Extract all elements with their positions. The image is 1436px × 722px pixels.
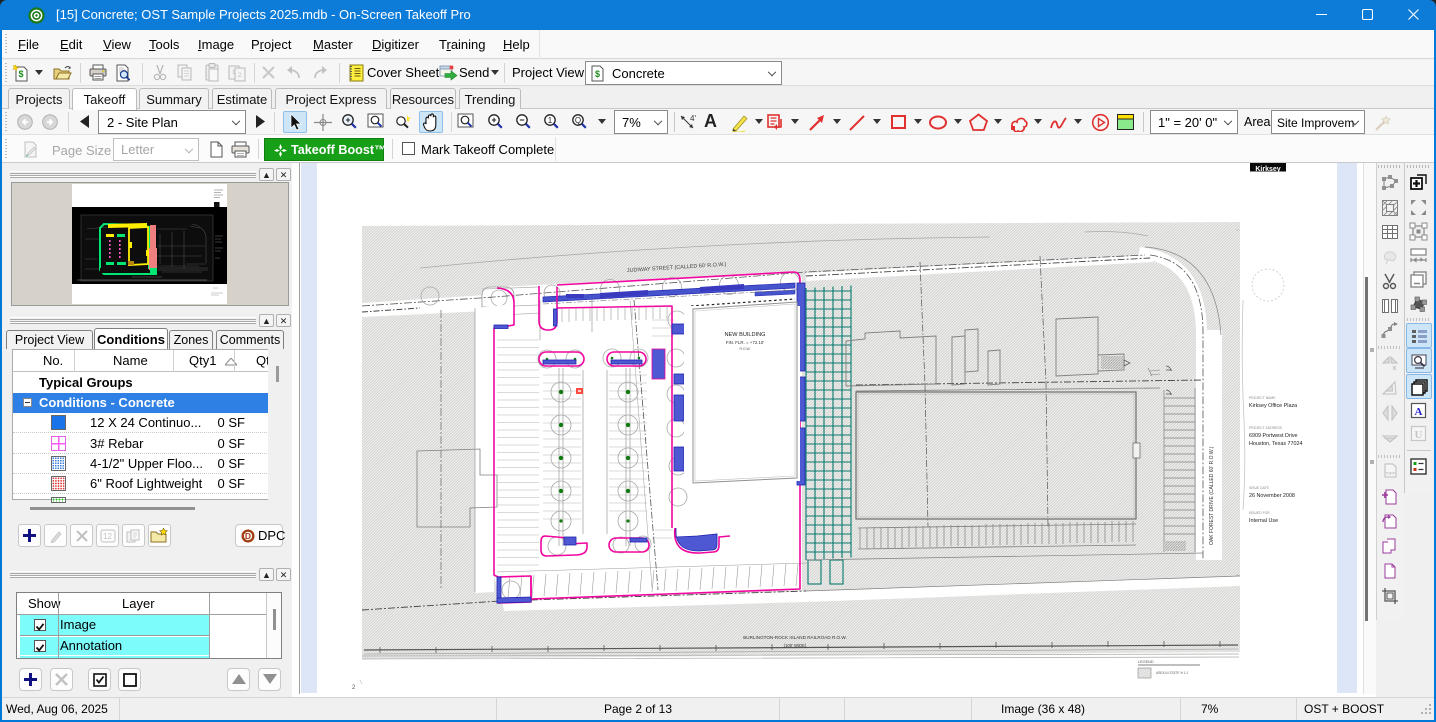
svg-text:R.O.W.: R.O.W. — [740, 347, 751, 351]
svg-text:1: 1 — [548, 116, 553, 125]
svg-text:12: 12 — [103, 532, 112, 541]
svg-text:A: A — [1415, 406, 1423, 418]
svg-text:OAK FOREST DRIVE (CALLED 60' R: OAK FOREST DRIVE (CALLED 60' R.O.W.) — [1209, 446, 1215, 545]
svg-text:ISSUE DATE: ISSUE DATE — [1249, 486, 1270, 490]
svg-text:TIFF: TIFF — [1386, 471, 1396, 476]
svg-text:6909 Portwest Drive: 6909 Portwest Drive — [1249, 433, 1298, 439]
svg-text:$: $ — [18, 69, 23, 79]
svg-text:NEW BUILDING: NEW BUILDING — [724, 332, 765, 338]
svg-text:(100' WIDE): (100' WIDE) — [784, 643, 807, 648]
svg-text:BURLINGTON-ROCK ISLAND RAILROA: BURLINGTON-ROCK ISLAND RAILROAD R.O.W. — [743, 635, 847, 640]
svg-text:26 November 2008: 26 November 2008 — [1249, 493, 1295, 499]
svg-text:$: $ — [595, 69, 600, 79]
svg-text:D: D — [245, 531, 251, 541]
svg-text:U: U — [1415, 429, 1423, 441]
svg-text:PROJECT ADDRESS: PROJECT ADDRESS — [1249, 426, 1283, 430]
svg-text:FIN. FLR. = +72.10': FIN. FLR. = +72.10' — [726, 340, 765, 345]
svg-text:Houston, Texas 77024: Houston, Texas 77024 — [1249, 441, 1303, 447]
svg-text:Q: Q — [575, 116, 581, 125]
svg-text:LEGEND: LEGEND — [1138, 660, 1154, 664]
svg-text:Kirksey Office Plaza: Kirksey Office Plaza — [1249, 403, 1297, 409]
svg-text:PROJECT NAME: PROJECT NAME — [1249, 396, 1276, 400]
svg-text:4': 4' — [690, 114, 696, 123]
svg-text:Internal Use: Internal Use — [1249, 518, 1278, 524]
svg-text:AREA IN STATE % 1:1: AREA IN STATE % 1:1 — [1156, 671, 1189, 675]
svg-text:Kirksey: Kirksey — [1255, 166, 1280, 173]
svg-text:ISSUED FOR: ISSUED FOR — [1249, 511, 1270, 515]
